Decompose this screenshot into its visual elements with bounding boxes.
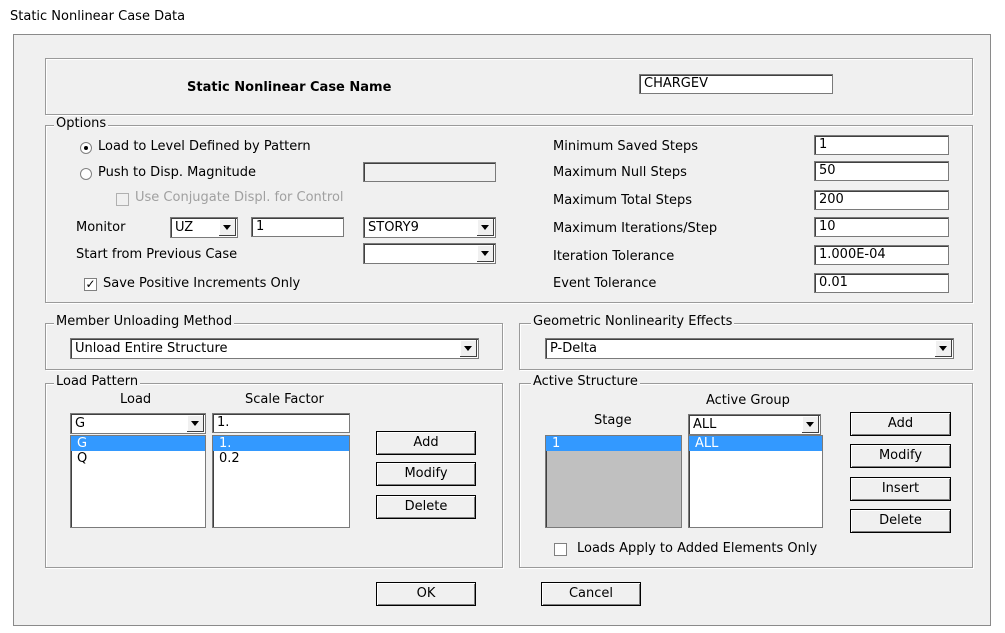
case-name-label: Static Nonlinear Case Name xyxy=(187,80,392,95)
geometric-nonlinearity-select[interactable]: P-Delta xyxy=(545,338,954,359)
monitor-story-select[interactable]: STORY9 xyxy=(363,217,496,238)
scale-factor-input[interactable]: 1. xyxy=(212,413,350,433)
event-tolerance-input[interactable]: 0.01 xyxy=(814,273,949,293)
max-null-steps-label: Maximum Null Steps xyxy=(553,165,687,180)
stage-list[interactable]: 1 xyxy=(545,435,682,528)
dialog: Static Nonlinear Case Name CHARGEV Optio… xyxy=(13,34,991,626)
stage-insert-button[interactable]: Insert xyxy=(850,477,951,501)
load-modify-button[interactable]: Modify xyxy=(376,462,476,486)
load-add-button[interactable]: Add xyxy=(376,431,476,455)
scale-list[interactable]: 1. 0.2 xyxy=(212,435,350,528)
load-to-level-label: Load to Level Defined by Pattern xyxy=(98,139,311,154)
load-to-level-radio[interactable] xyxy=(80,142,92,154)
options-legend: Options xyxy=(54,116,109,131)
window-title: Static Nonlinear Case Data xyxy=(10,9,186,24)
min-saved-steps-label: Minimum Saved Steps xyxy=(553,139,699,154)
max-null-steps-input[interactable]: 50 xyxy=(814,161,949,181)
ok-button[interactable]: OK xyxy=(376,582,476,606)
iteration-tolerance-label: Iteration Tolerance xyxy=(553,249,675,264)
max-total-steps-label: Maximum Total Steps xyxy=(553,193,693,208)
cancel-button[interactable]: Cancel xyxy=(541,582,641,606)
active-group-select[interactable]: ALL xyxy=(688,414,821,435)
list-item[interactable]: 1 xyxy=(546,436,681,451)
chevron-down-icon[interactable] xyxy=(460,340,477,357)
stage-modify-button[interactable]: Modify xyxy=(850,444,951,468)
load-list[interactable]: G Q xyxy=(70,435,206,528)
load-pattern-legend: Load Pattern xyxy=(54,374,141,389)
loads-apply-label: Loads Apply to Added Elements Only xyxy=(577,541,818,556)
save-positive-checkbox[interactable]: ✓ xyxy=(84,278,97,291)
list-item[interactable]: 1. xyxy=(213,436,349,451)
loads-apply-checkbox[interactable] xyxy=(554,543,567,556)
start-previous-label: Start from Previous Case xyxy=(76,247,238,262)
active-structure-legend: Active Structure xyxy=(531,374,640,389)
scale-column-header: Scale Factor xyxy=(245,392,324,407)
monitor-story-value: STORY9 xyxy=(368,220,419,235)
list-item[interactable]: G xyxy=(71,436,205,451)
member-unloading-select[interactable]: Unload Entire Structure xyxy=(70,338,479,359)
push-to-disp-radio[interactable] xyxy=(80,168,92,180)
stage-add-button[interactable]: Add xyxy=(850,412,951,436)
start-previous-select[interactable] xyxy=(363,243,496,264)
max-iterations-label: Maximum Iterations/Step xyxy=(553,221,718,236)
active-group-list[interactable]: ALL xyxy=(688,435,823,528)
event-tolerance-label: Event Tolerance xyxy=(553,276,657,291)
case-name-group xyxy=(45,58,973,115)
max-iterations-input[interactable]: 10 xyxy=(814,217,949,237)
geometric-nonlinearity-legend: Geometric Nonlinearity Effects xyxy=(531,314,735,329)
max-total-steps-input[interactable]: 200 xyxy=(814,190,949,210)
monitor-dof-select[interactable]: UZ xyxy=(170,217,238,238)
chevron-down-icon[interactable] xyxy=(477,245,494,262)
active-group-select-value: ALL xyxy=(693,417,717,432)
stage-delete-button[interactable]: Delete xyxy=(850,509,951,533)
load-delete-button[interactable]: Delete xyxy=(376,495,476,519)
chevron-down-icon[interactable] xyxy=(187,415,204,432)
chevron-down-icon[interactable] xyxy=(802,416,819,433)
chevron-down-icon[interactable] xyxy=(219,219,236,236)
use-conjugate-label: Use Conjugate Displ. for Control xyxy=(135,190,344,205)
load-column-header: Load xyxy=(120,392,152,407)
save-positive-label: Save Positive Increments Only xyxy=(103,276,301,291)
member-unloading-legend: Member Unloading Method xyxy=(54,314,235,329)
push-disp-input[interactable] xyxy=(363,162,496,182)
monitor-point-input[interactable]: 1 xyxy=(251,217,344,237)
push-to-disp-label: Push to Disp. Magnitude xyxy=(98,165,256,180)
iteration-tolerance-input[interactable]: 1.000E-04 xyxy=(814,245,949,265)
monitor-dof-value: UZ xyxy=(175,220,194,235)
list-item[interactable]: Q xyxy=(71,451,205,466)
monitor-label: Monitor xyxy=(76,220,126,235)
load-select-value: G xyxy=(75,416,86,431)
active-group-column-header: Active Group xyxy=(706,393,790,408)
chevron-down-icon[interactable] xyxy=(477,219,494,236)
title-bar: Static Nonlinear Case Data xyxy=(0,0,1005,34)
member-unloading-value: Unload Entire Structure xyxy=(75,341,228,356)
use-conjugate-checkbox[interactable] xyxy=(116,193,129,206)
load-select[interactable]: G xyxy=(70,413,206,434)
min-saved-steps-input[interactable]: 1 xyxy=(814,135,949,155)
list-item[interactable]: 0.2 xyxy=(213,451,349,466)
chevron-down-icon[interactable] xyxy=(935,340,952,357)
list-item[interactable]: ALL xyxy=(689,436,822,451)
geometric-nonlinearity-value: P-Delta xyxy=(550,341,597,356)
case-name-input[interactable]: CHARGEV xyxy=(639,74,833,94)
stage-column-header: Stage xyxy=(594,413,632,428)
